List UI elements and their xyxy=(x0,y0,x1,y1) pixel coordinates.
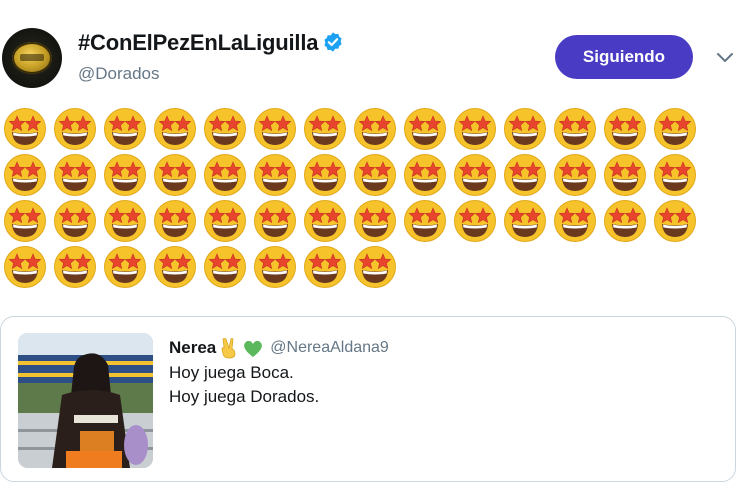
star-struck-emoji xyxy=(152,105,198,151)
star-struck-emoji xyxy=(452,197,498,243)
account-avatar[interactable] xyxy=(2,28,62,88)
star-struck-emoji xyxy=(102,243,148,289)
star-struck-emoji xyxy=(202,197,248,243)
quoted-author[interactable]: Nerea @NereaAldana9 xyxy=(169,337,389,359)
star-struck-emoji xyxy=(452,105,498,151)
star-struck-emoji xyxy=(102,151,148,197)
chevron-down-icon[interactable] xyxy=(716,50,734,64)
star-struck-emoji xyxy=(202,243,248,289)
star-struck-emoji xyxy=(452,151,498,197)
verified-badge-icon xyxy=(324,32,342,52)
star-struck-emoji xyxy=(502,197,548,243)
star-struck-emoji xyxy=(252,243,298,289)
star-struck-emoji xyxy=(402,151,448,197)
display-name-text: #ConElPezEnLaLiguilla xyxy=(78,30,319,55)
star-struck-emoji xyxy=(502,105,548,151)
star-struck-emoji xyxy=(352,105,398,151)
star-struck-emoji xyxy=(302,151,348,197)
star-struck-emoji xyxy=(152,151,198,197)
following-button[interactable]: Siguiendo xyxy=(555,35,693,79)
account-display-name[interactable]: #ConElPezEnLaLiguilla xyxy=(78,30,344,56)
star-struck-emoji xyxy=(2,151,48,197)
star-struck-emoji xyxy=(152,243,198,289)
star-struck-emoji xyxy=(552,197,598,243)
star-struck-emoji xyxy=(302,243,348,289)
star-struck-emoji xyxy=(52,151,98,197)
quoted-tweet[interactable]: Nerea @NereaAldana9 Hoy juega Boca. Hoy … xyxy=(0,316,736,482)
account-handle[interactable]: @Dorados xyxy=(78,64,160,84)
quoted-author-handle: @NereaAldana9 xyxy=(270,339,389,356)
quoted-text-line-1: Hoy juega Boca. xyxy=(169,363,294,382)
star-struck-emoji xyxy=(402,197,448,243)
star-struck-emoji xyxy=(52,105,98,151)
star-struck-emoji xyxy=(52,197,98,243)
stadium-photo[interactable] xyxy=(18,333,153,468)
star-struck-emoji xyxy=(352,197,398,243)
star-struck-emoji xyxy=(202,105,248,151)
star-struck-emoji xyxy=(302,197,348,243)
quoted-author-name: Nerea xyxy=(169,338,217,357)
star-struck-emoji xyxy=(252,105,298,151)
star-struck-emoji xyxy=(602,105,648,151)
star-struck-emoji xyxy=(302,105,348,151)
star-struck-emoji xyxy=(602,151,648,197)
star-struck-emoji xyxy=(252,151,298,197)
star-struck-emoji xyxy=(2,105,48,151)
star-struck-emoji xyxy=(52,243,98,289)
star-struck-emoji xyxy=(652,197,698,243)
star-struck-emoji xyxy=(152,197,198,243)
star-struck-emoji xyxy=(652,151,698,197)
star-struck-emoji xyxy=(352,243,398,289)
star-struck-emoji xyxy=(2,243,48,289)
star-struck-emoji xyxy=(402,105,448,151)
star-struck-emoji xyxy=(102,197,148,243)
star-struck-emoji xyxy=(2,197,48,243)
star-struck-emoji xyxy=(252,197,298,243)
star-struck-emoji xyxy=(102,105,148,151)
star-struck-emoji xyxy=(202,151,248,197)
victory-hand-emoji xyxy=(221,338,236,359)
tweet-emoji-text xyxy=(2,105,702,289)
star-struck-emoji xyxy=(552,105,598,151)
star-struck-emoji xyxy=(352,151,398,197)
star-struck-emoji xyxy=(652,105,698,151)
quoted-text-line-2: Hoy juega Dorados. xyxy=(169,387,320,406)
star-struck-emoji xyxy=(552,151,598,197)
dorados-logo xyxy=(12,42,52,74)
green-heart-emoji xyxy=(244,340,263,357)
star-struck-emoji xyxy=(502,151,548,197)
star-struck-emoji xyxy=(602,197,648,243)
